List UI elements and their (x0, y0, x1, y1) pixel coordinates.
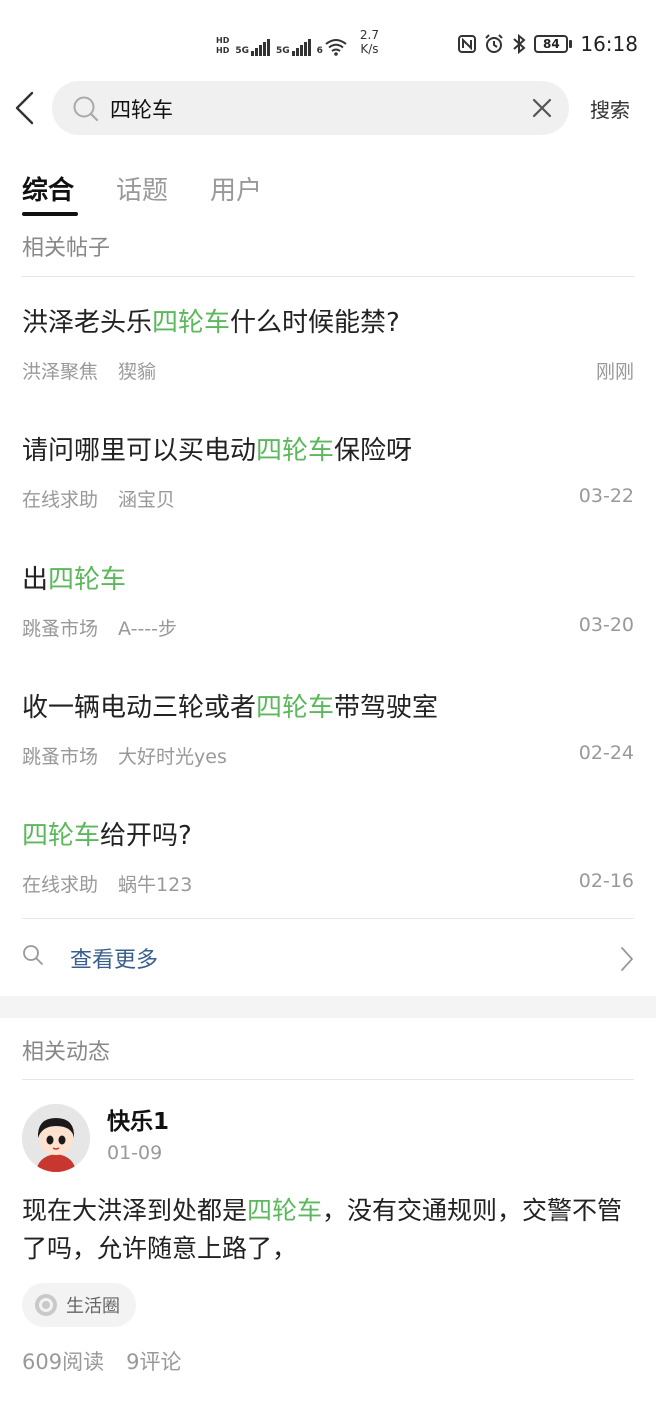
chevron-right-icon (620, 946, 634, 976)
target-icon (35, 1294, 57, 1316)
post-forum: 在线求助 (22, 489, 99, 511)
feed-section-title: 相关动态 (22, 1040, 111, 1065)
5g-label-2: 5G (276, 46, 290, 56)
post-meta: 在线求助 涵宝贝 (22, 485, 175, 512)
post-date: 01-09 (107, 1142, 163, 1164)
net-speed-value: 2.7 (359, 28, 380, 42)
feed-text[interactable]: 现在大洪泽到处都是四轮车，没有交通规则，交警不管了吗，允许随意上路了， (22, 1192, 632, 1268)
tab-bar: 综合 话题 用户 (22, 170, 262, 218)
post-title: 请问哪里可以买电动四轮车保险呀 (22, 436, 413, 466)
post-author: 猰貐 (118, 361, 157, 383)
see-more-button[interactable]: 查看更多 (22, 930, 634, 990)
active-tab-indicator (22, 212, 78, 216)
post-meta: 跳蚤市场 A----步 (22, 614, 177, 641)
post-date: 03-22 (578, 485, 634, 507)
wifi-6-label: 6 (316, 46, 323, 56)
comment-count[interactable]: 9评论 (126, 1350, 181, 1374)
tab-topics[interactable]: 话题 (116, 170, 168, 218)
search-button[interactable]: 搜索 (590, 94, 630, 123)
battery-level: 84 (534, 35, 569, 53)
post-date: 02-24 (578, 742, 634, 764)
post-forum: 洪泽聚焦 (22, 361, 99, 383)
signal-bars-icon (251, 38, 270, 56)
status-right: 84 16:18 (458, 32, 638, 56)
search-input[interactable]: 四轮车 (52, 81, 569, 135)
divider (22, 276, 634, 277)
back-arrow-icon (15, 91, 34, 125)
post-meta: 在线求助 蜗牛123 (22, 870, 192, 897)
net-speed-unit: K/s (360, 42, 379, 56)
signal-bars-icon-2 (291, 38, 311, 56)
section-separator (0, 996, 656, 1018)
post-forum: 跳蚤市场 (22, 746, 99, 768)
read-count: 609阅读 (22, 1350, 105, 1374)
alarm-icon (485, 34, 504, 53)
tab-general[interactable]: 综合 (22, 170, 78, 218)
post-author: 涵宝贝 (118, 489, 176, 511)
back-button[interactable] (8, 84, 40, 132)
posts-section-title: 相关帖子 (22, 236, 111, 261)
post-item[interactable]: 收一辆电动三轮或者四轮车带驾驶室 跳蚤市场 大好时光yes 02-24 (22, 687, 634, 815)
battery-icon: 84 (534, 35, 573, 53)
bluetooth-icon (513, 34, 526, 54)
avatar[interactable] (22, 1104, 90, 1172)
tag-label: 生活圈 (66, 1296, 120, 1317)
wifi-icon (325, 39, 347, 56)
post-item[interactable]: 出四轮车 跳蚤市场 A----步 03-20 (22, 559, 634, 687)
nfc-icon (458, 35, 477, 53)
post-meta: 跳蚤市场 大好时光yes (22, 742, 227, 769)
post-meta: 洪泽聚焦 猰貐 (22, 357, 156, 384)
post-author: 大好时光yes (118, 746, 227, 768)
5g-label: 5G (235, 46, 249, 56)
post-item[interactable]: 洪泽老头乐四轮车什么时候能禁? 洪泽聚焦 猰貐 刚刚 (22, 302, 634, 430)
post-date: 刚刚 (595, 361, 634, 383)
clock: 16:18 (580, 32, 638, 56)
network-indicators: HD HD 5G 5G 6 2.7 K/s (216, 28, 380, 56)
feed-stats: 609阅读 9评论 (22, 1346, 181, 1376)
close-icon (532, 98, 552, 118)
clear-search-button[interactable] (529, 95, 555, 121)
post-item[interactable]: 四轮车给开吗? 在线求助 蜗牛123 02-16 (22, 815, 634, 943)
post-title: 收一辆电动三轮或者四轮车带驾驶室 (22, 693, 439, 723)
post-forum: 跳蚤市场 (22, 618, 99, 640)
hd-label: HD (216, 36, 230, 45)
post-author: 蜗牛123 (118, 874, 193, 896)
see-more-label: 查看更多 (70, 948, 159, 973)
search-icon (22, 944, 44, 970)
post-author: A----步 (118, 618, 178, 640)
post-title: 四轮车给开吗? (22, 821, 192, 851)
search-icon (72, 95, 100, 127)
user-name[interactable]: 快乐1 (107, 1102, 169, 1136)
search-query[interactable]: 四轮车 (110, 94, 173, 124)
post-date: 03-20 (578, 614, 634, 636)
divider (22, 918, 634, 919)
divider (22, 1079, 634, 1080)
status-bar: HD HD 5G 5G 6 2.7 K/s 84 16:18 (0, 0, 656, 84)
post-date: 02-16 (578, 870, 634, 892)
tab-users[interactable]: 用户 (210, 170, 262, 218)
circle-tag[interactable]: 生活圈 (22, 1283, 136, 1327)
post-forum: 在线求助 (22, 874, 99, 896)
post-item[interactable]: 请问哪里可以买电动四轮车保险呀 在线求助 涵宝贝 03-22 (22, 430, 634, 558)
post-title: 出四轮车 (22, 565, 127, 595)
post-title: 洪泽老头乐四轮车什么时候能禁? (22, 308, 400, 338)
